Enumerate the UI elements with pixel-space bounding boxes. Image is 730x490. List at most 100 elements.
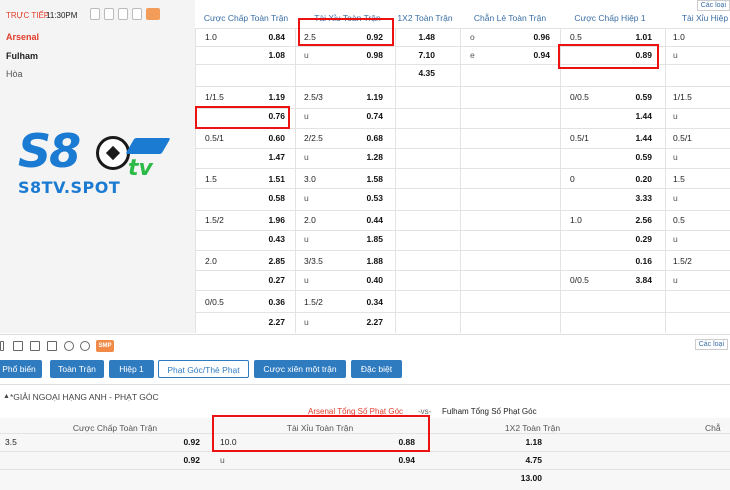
row-hcap-odd1[interactable]: 0.36: [255, 297, 285, 307]
row-hcap-line: 0/0.5: [205, 297, 224, 307]
wing-icon: [125, 138, 171, 154]
home-team: Arsenal: [6, 32, 40, 42]
row-h1-line: 0: [570, 174, 575, 184]
row-h1-odd1[interactable]: 0.20: [622, 174, 652, 184]
refresh-icon[interactable]: [132, 8, 142, 20]
row-hcap-line: 1.5: [205, 174, 217, 184]
row-hcap-line: 2.0: [205, 256, 217, 266]
row-h1-ou-under: u: [673, 275, 678, 285]
row-hcap-odd2[interactable]: 1.47: [255, 152, 285, 162]
hcap-away-odd[interactable]: 1.08: [255, 50, 285, 60]
row-hcap-odd2[interactable]: 0.58: [255, 193, 285, 203]
list-icon[interactable]: [13, 341, 23, 351]
row-ou-odd1[interactable]: 0.68: [353, 133, 383, 143]
b-1x2-odd[interactable]: 1.18: [500, 437, 542, 447]
table-row: [0, 469, 730, 487]
b-1x2-odd[interactable]: 13.00: [500, 473, 542, 483]
row-ou-odd2[interactable]: 0.74: [353, 111, 383, 121]
logo-tv: tv: [128, 156, 153, 181]
row-h1-ou-under: u: [673, 111, 678, 121]
row-ou-odd1[interactable]: 0.44: [353, 215, 383, 225]
row-hcap-odd1[interactable]: 1.19: [255, 92, 285, 102]
row-h1-odd1[interactable]: 1.44: [622, 133, 652, 143]
away-team: Fulham: [6, 51, 39, 61]
chart-icon[interactable]: [118, 8, 128, 20]
smp-button[interactable]: SMP: [96, 340, 114, 352]
row-ou-under: u: [304, 234, 309, 244]
row-ou-odd1[interactable]: 1.88: [353, 256, 383, 266]
tab-full-time[interactable]: Toàn Trận: [50, 360, 104, 378]
row-hcap-odd1[interactable]: 0.60: [255, 133, 285, 143]
x12-home-odd[interactable]: 1.48: [405, 32, 435, 42]
row-h1-ou-line: 0.5/1: [673, 133, 692, 143]
bottom-toolbar: SMP Các loại: [0, 334, 730, 356]
col-header-odd-even: Chẵn Lẻ Toàn Trận: [473, 13, 547, 23]
arrow-icon[interactable]: [0, 341, 4, 351]
row-ou-odd1[interactable]: 1.58: [353, 174, 383, 184]
b-hcap-odd[interactable]: 0.92: [160, 437, 200, 447]
tab-same-game-parlay[interactable]: Cược xiên một trận: [254, 360, 346, 378]
row-h1-odd2[interactable]: 3.84: [622, 275, 652, 285]
chart-icon[interactable]: [47, 341, 57, 351]
row-h1-odd1[interactable]: 0.59: [622, 92, 652, 102]
x12-draw-odd[interactable]: 4.35: [405, 68, 435, 78]
row-ou-odd2[interactable]: 2.27: [353, 317, 383, 327]
row-ou-odd2[interactable]: 1.28: [353, 152, 383, 162]
h1-hcap-home-odd[interactable]: 1.01: [622, 32, 652, 42]
row-ou-under: u: [304, 193, 309, 203]
tab-popular[interactable]: Phổ biến: [0, 360, 42, 378]
row-ou-odd2[interactable]: 0.53: [353, 193, 383, 203]
row-hcap-odd2[interactable]: 0.27: [255, 275, 285, 285]
row-ou-odd2[interactable]: 0.40: [353, 275, 383, 285]
highlight-box: [212, 415, 430, 452]
row-hcap-line: 0.5/1: [205, 133, 224, 143]
highlight-box: [298, 18, 394, 46]
stats-icon[interactable]: [30, 341, 40, 351]
row-h1-ou-under: u: [673, 234, 678, 244]
stats-icon[interactable]: [104, 8, 114, 20]
divider: [0, 384, 730, 385]
row-ou-odd1[interactable]: 1.19: [353, 92, 383, 102]
row-h1-odd2[interactable]: 0.29: [622, 234, 652, 244]
row-hcap-odd1[interactable]: 1.51: [255, 174, 285, 184]
tab-first-half[interactable]: Hiệp 1: [109, 360, 154, 378]
b-hcap-odd[interactable]: 0.92: [160, 455, 200, 465]
row-hcap-odd1[interactable]: 1.96: [255, 215, 285, 225]
match-info-column: TRỰC TIẾP 11:30PM Arsenal Fulham Hòa S8 …: [0, 0, 195, 333]
row-h1-odd1[interactable]: 0.16: [622, 256, 652, 266]
row-ou-under: u: [304, 275, 309, 285]
row-h1-odd2[interactable]: 3.33: [622, 193, 652, 203]
row-hcap-odd2[interactable]: 0.43: [255, 234, 285, 244]
b-1x2-odd[interactable]: 4.75: [500, 455, 542, 465]
clock-icon[interactable]: [64, 341, 74, 351]
row-h1-ou-line: 1/1.5: [673, 92, 692, 102]
row-hcap-odd1[interactable]: 2.85: [255, 256, 285, 266]
even-odd[interactable]: 0.94: [520, 50, 550, 60]
row-h1-odd2[interactable]: 1.44: [622, 111, 652, 121]
col-header-1x2: 1X2 Toàn Trận: [397, 13, 453, 23]
odd-odd[interactable]: 0.96: [520, 32, 550, 42]
options-button[interactable]: Các loại: [694, 339, 728, 350]
x12-away-odd[interactable]: 7.10: [405, 50, 435, 60]
corner-options-button[interactable]: Các loại: [696, 0, 730, 11]
row-ou-line: 3/3.5: [304, 256, 323, 266]
row-h1-ou-line: 1.5/2: [673, 256, 692, 266]
b-ou-odd[interactable]: 0.94: [375, 455, 415, 465]
live-label: TRỰC TIẾP: [6, 11, 50, 20]
row-ou-line: 2.0: [304, 215, 316, 225]
refresh-icon[interactable]: [80, 341, 90, 351]
row-h1-odd1[interactable]: 2.56: [622, 215, 652, 225]
row-h1-odd2[interactable]: 0.59: [622, 152, 652, 162]
hcap-home-odd[interactable]: 0.84: [255, 32, 285, 42]
row-ou-odd1[interactable]: 0.34: [353, 297, 383, 307]
row-ou-odd2[interactable]: 1.85: [353, 234, 383, 244]
smp-icon[interactable]: [146, 8, 160, 20]
draw-label: Hòa: [6, 69, 23, 79]
row-ou-under: u: [304, 152, 309, 162]
row-hcap-odd2[interactable]: 2.27: [255, 317, 285, 327]
list-icon[interactable]: [90, 8, 100, 20]
tab-specials[interactable]: Đặc biệt: [351, 360, 402, 378]
ou-under-odd[interactable]: 0.98: [353, 50, 383, 60]
tab-corners-cards[interactable]: Phạt Góc/Thẻ Phạt: [158, 360, 249, 378]
collapse-caret-icon[interactable]: ▲: [3, 393, 10, 400]
